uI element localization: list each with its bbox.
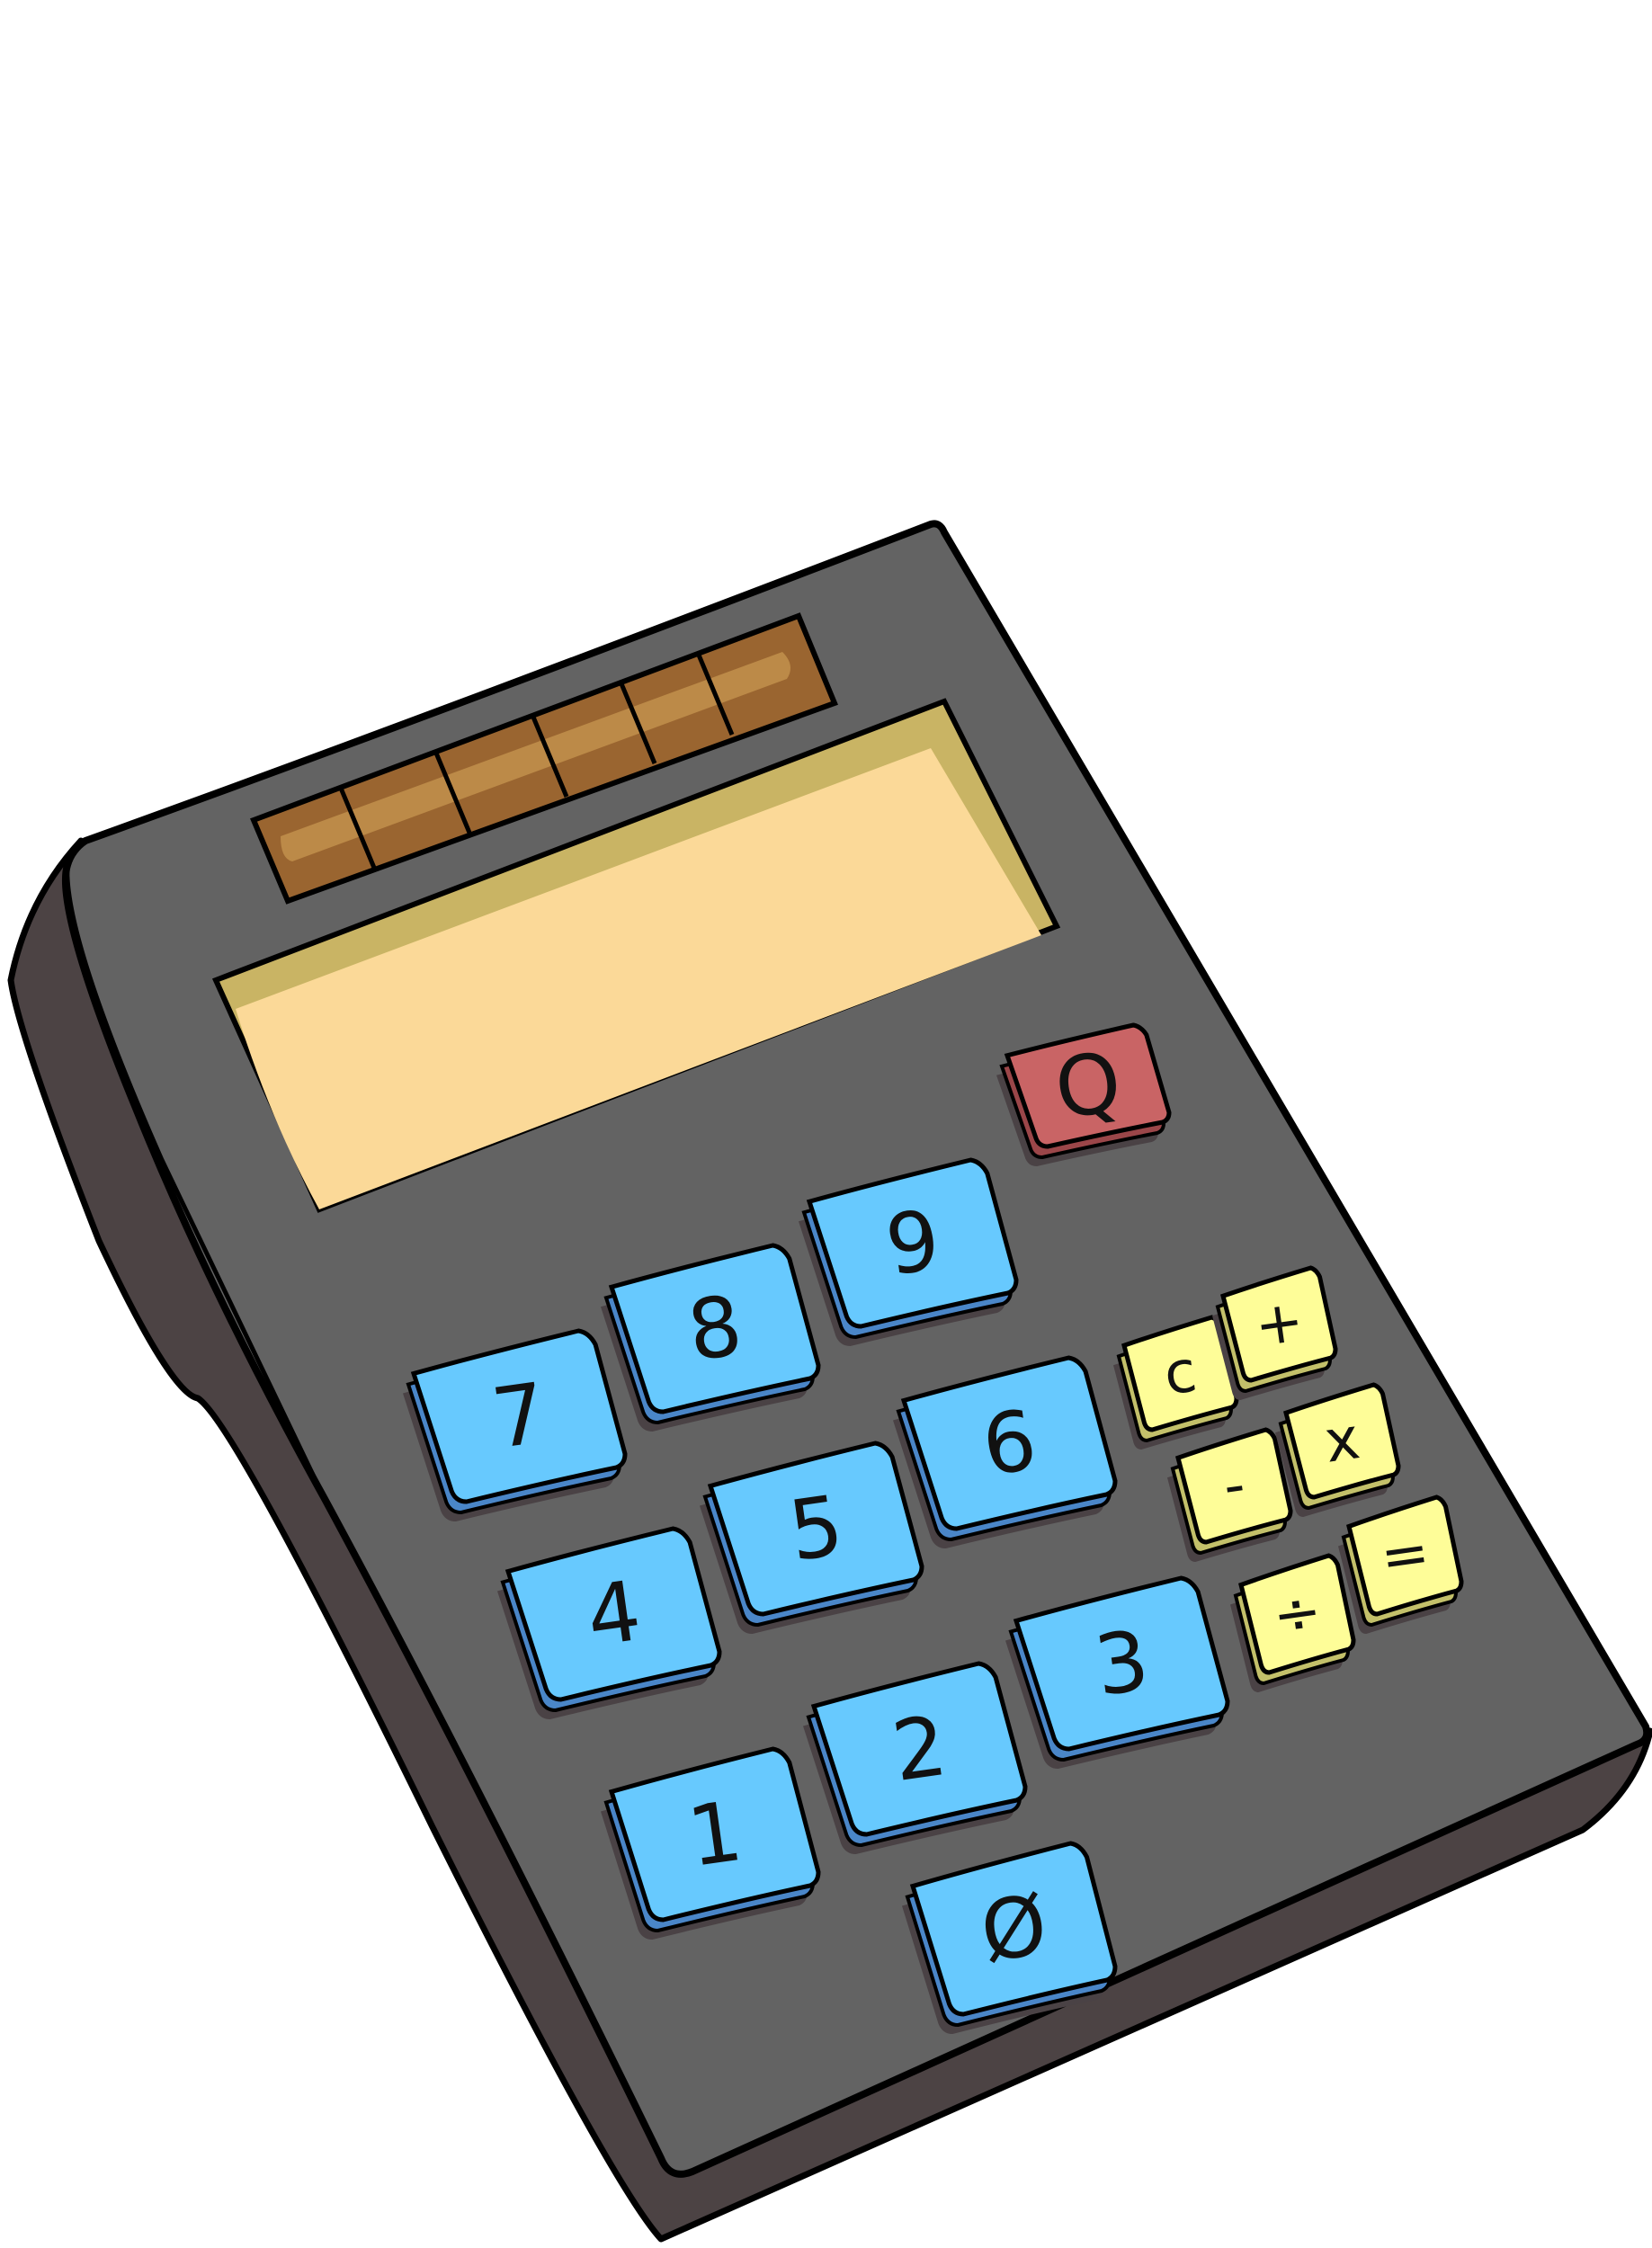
key-label: = <box>1377 1520 1433 1592</box>
calculator-illustration: Q789456123Øc+-x÷= <box>7 520 1652 2243</box>
key-label: ÷ <box>1269 1578 1326 1651</box>
key-label: + <box>1251 1288 1308 1360</box>
key-label: Ø <box>975 1877 1053 1981</box>
key-label: Q <box>1049 1033 1128 1137</box>
